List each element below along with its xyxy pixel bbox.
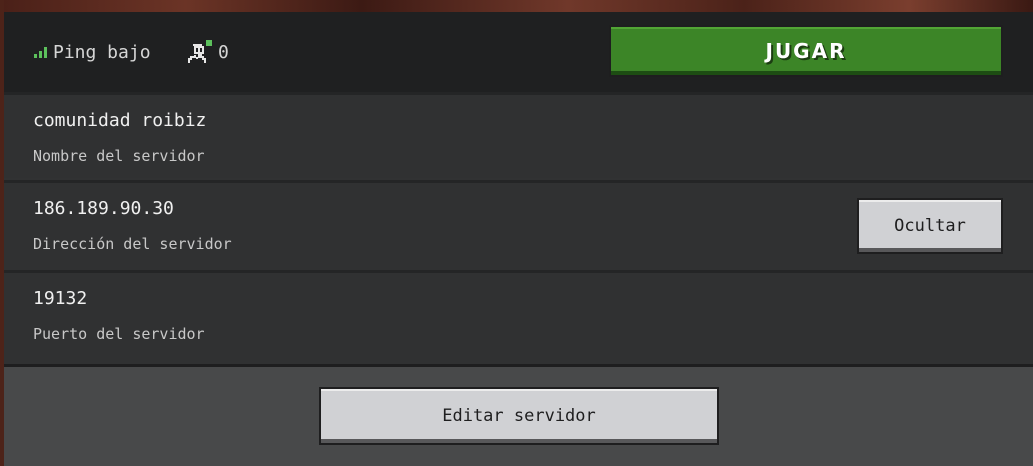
server-port-row[interactable]: 19132 Puerto del servidor [4, 270, 1033, 364]
server-details-panel: Ping bajo 0 JUGAR comunidad roibiz Nombr… [4, 12, 1033, 466]
server-port-value: 19132 [33, 288, 88, 309]
server-address-label: Dirección del servidor [33, 235, 232, 253]
players-icon [188, 40, 212, 63]
signal-bars-icon [34, 46, 47, 58]
players-count: 0 [218, 41, 229, 63]
play-button[interactable]: JUGAR [609, 25, 1003, 77]
server-address-value: 186.189.90.30 [33, 198, 174, 219]
server-name-value: comunidad roibiz [33, 110, 207, 131]
server-address-row[interactable]: 186.189.90.30 Dirección del servidor Ocu… [4, 180, 1033, 272]
edit-server-button[interactable]: Editar servidor [319, 387, 719, 445]
ping-label: Ping bajo [53, 41, 151, 63]
player-count: 0 [186, 38, 229, 66]
hide-address-button[interactable]: Ocultar [857, 198, 1003, 254]
server-name-row[interactable]: comunidad roibiz Nombre del servidor [4, 92, 1033, 178]
server-name-label: Nombre del servidor [33, 147, 205, 165]
server-header: Ping bajo 0 JUGAR [4, 12, 1033, 92]
server-port-label: Puerto del servidor [33, 325, 205, 343]
ping-status: Ping bajo [34, 40, 151, 64]
footer-bar: Editar servidor [4, 364, 1033, 466]
